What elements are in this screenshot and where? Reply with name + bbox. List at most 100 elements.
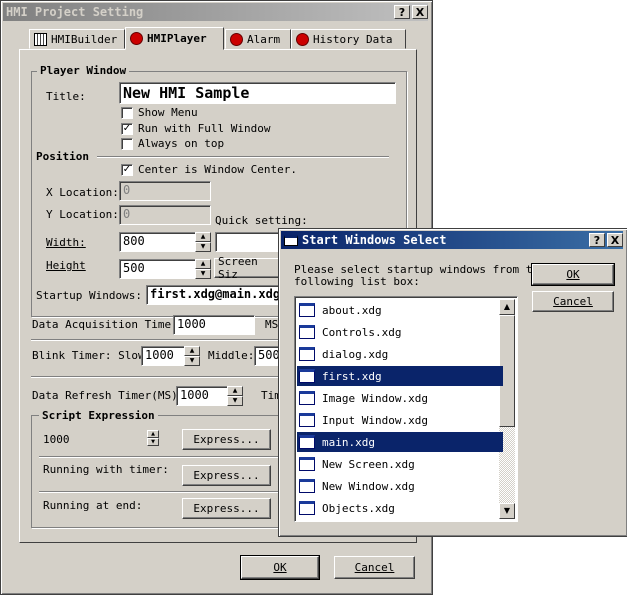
list-item-label: main.xdg (322, 435, 375, 449)
alarm-icon (230, 32, 243, 46)
list-item[interactable]: main.xdg (297, 432, 503, 452)
height-input[interactable]: 500 (119, 259, 196, 279)
width-spinner[interactable]: ▲ ▼ (195, 232, 211, 252)
list-item[interactable]: dialog.xdg (297, 344, 503, 364)
dialog-ok-button[interactable]: OK (531, 263, 615, 286)
tab-label: HMIPlayer (147, 32, 207, 45)
script-separator-1 (39, 456, 279, 458)
main-title: HMI Project Setting (6, 5, 144, 19)
window-file-icon (299, 457, 315, 471)
startup-windows-input[interactable]: first.xdg@main.xdg (146, 285, 284, 305)
dialog-help-button[interactable]: ? (589, 233, 605, 247)
dialog-prompt-line2: following list box: (294, 275, 420, 288)
list-item[interactable]: Input Window.xdg (297, 410, 503, 430)
player-window-group-title: Player Window (37, 64, 130, 77)
list-item-label: Input Window.xdg (322, 413, 428, 427)
position-title: Position (33, 150, 92, 163)
center-checkbox[interactable]: ✓ (121, 164, 133, 176)
close-button[interactable]: X (412, 5, 428, 19)
builder-icon (34, 32, 47, 46)
window-file-icon (299, 303, 315, 317)
list-item-label: New Screen.xdg (322, 457, 415, 471)
window-file-icon (299, 479, 315, 493)
history-icon (296, 32, 309, 46)
running-at-end-label: Running at end: (43, 499, 143, 512)
list-item[interactable]: New Window.xdg (297, 476, 503, 496)
script-separator-2 (39, 491, 279, 493)
data-acquisition-input[interactable]: 1000 (173, 315, 255, 335)
script-spinner[interactable]: ▲ ▼ (147, 430, 159, 446)
player-icon (130, 32, 143, 45)
list-item[interactable]: first.xdg (297, 366, 503, 386)
dialog-cancel-button[interactable]: Cancel (532, 291, 614, 312)
width-input[interactable]: 800 (119, 232, 196, 252)
window-file-icon (299, 413, 315, 427)
list-item-label: first.xdg (322, 369, 382, 383)
list-item-label: Objects.xdg (322, 501, 395, 515)
list-item[interactable]: New Screen.xdg (297, 454, 503, 474)
show-menu-checkbox[interactable] (121, 107, 133, 119)
tab-hmiplayer[interactable]: HMIPlayer (125, 27, 224, 50)
dialog-close-button[interactable]: X (607, 233, 623, 247)
blink-timer-label: Blink Timer: Slow: (32, 349, 152, 362)
height-spinner[interactable]: ▲ ▼ (195, 259, 211, 279)
data-refresh-label: Data Refresh Timer(MS): (32, 389, 185, 402)
title-input[interactable]: New HMI Sample (119, 82, 396, 104)
window-file-icon (299, 369, 315, 383)
x-location-label: X Location: (46, 186, 119, 199)
cancel-button[interactable]: Cancel (334, 556, 415, 579)
separator-2 (31, 376, 281, 378)
show-menu-label: Show Menu (138, 106, 198, 119)
list-item[interactable]: Controls.xdg (297, 322, 503, 342)
list-item-label: dialog.xdg (322, 347, 389, 361)
express-button-2[interactable]: Express... (182, 465, 271, 486)
list-item-label: Controls.xdg (322, 325, 402, 339)
always-on-top-checkbox[interactable] (121, 138, 133, 150)
help-button[interactable]: ? (394, 5, 410, 19)
blink-slow-spinner[interactable]: ▲ ▼ (184, 346, 200, 366)
quick-setting-label: Quick setting: (215, 214, 308, 227)
run-full-window-checkbox[interactable]: ✓ (121, 123, 133, 135)
blink-slow-input[interactable]: 1000 (141, 346, 185, 366)
title-label: Title: (46, 90, 86, 103)
run-full-window-label: Run with Full Window (138, 122, 271, 135)
list-item[interactable]: Objects.xdg (297, 498, 503, 518)
position-separator (97, 156, 389, 158)
startup-windows-listbox[interactable]: ▲ ▼ about.xdg Controls.xdg dialog.xdg first… (294, 296, 518, 522)
list-item[interactable]: Image Window.xdg (297, 388, 503, 408)
y-location-label: Y Location: (46, 208, 119, 221)
main-titlebar[interactable]: HMI Project Setting (3, 3, 428, 21)
x-location-input[interactable]: 0 (119, 181, 211, 201)
y-location-input[interactable]: 0 (119, 205, 211, 225)
width-label: Width: (46, 236, 86, 249)
tab-hmibuilder[interactable]: HMIBuilder (29, 29, 125, 49)
tab-label: HMIBuilder (51, 32, 118, 46)
window-file-icon (299, 435, 315, 449)
separator-1 (31, 339, 281, 341)
tab-alarm[interactable]: Alarm (225, 29, 291, 49)
list-item-label: Image Window.xdg (322, 391, 428, 405)
data-refresh-input[interactable]: 1000 (176, 386, 228, 406)
dialog-app-icon (284, 234, 298, 246)
window-file-icon (299, 347, 315, 361)
window-file-icon (299, 391, 315, 405)
height-label: Height (46, 259, 86, 272)
data-acquisition-unit: MS (265, 318, 279, 331)
dialog-titlebar[interactable]: Start Windows Select (281, 231, 623, 249)
list-item[interactable]: about.xdg (297, 300, 503, 320)
dialog-title: Start Windows Select (302, 233, 447, 247)
center-label: Center is Window Center. (138, 163, 297, 176)
tab-label: Alarm (247, 32, 281, 46)
express-button-3[interactable]: Express... (182, 498, 271, 519)
ok-button[interactable]: OK (240, 555, 320, 580)
screen-size-button[interactable]: Screen Siz (214, 255, 284, 281)
tab-label: History Data (313, 32, 393, 46)
running-with-timer-label: Running with timer: (43, 463, 169, 476)
quick-setting-combo[interactable] (215, 232, 285, 252)
data-acquisition-label: Data Acquisition Timer: (32, 318, 185, 331)
express-button-1[interactable]: Express... (182, 429, 271, 450)
always-on-top-label: Always on top (138, 137, 225, 150)
data-refresh-spinner[interactable]: ▲ ▼ (227, 386, 243, 406)
blink-middle-label: Middle: (208, 349, 255, 362)
tab-history-data[interactable]: History Data (291, 29, 406, 49)
